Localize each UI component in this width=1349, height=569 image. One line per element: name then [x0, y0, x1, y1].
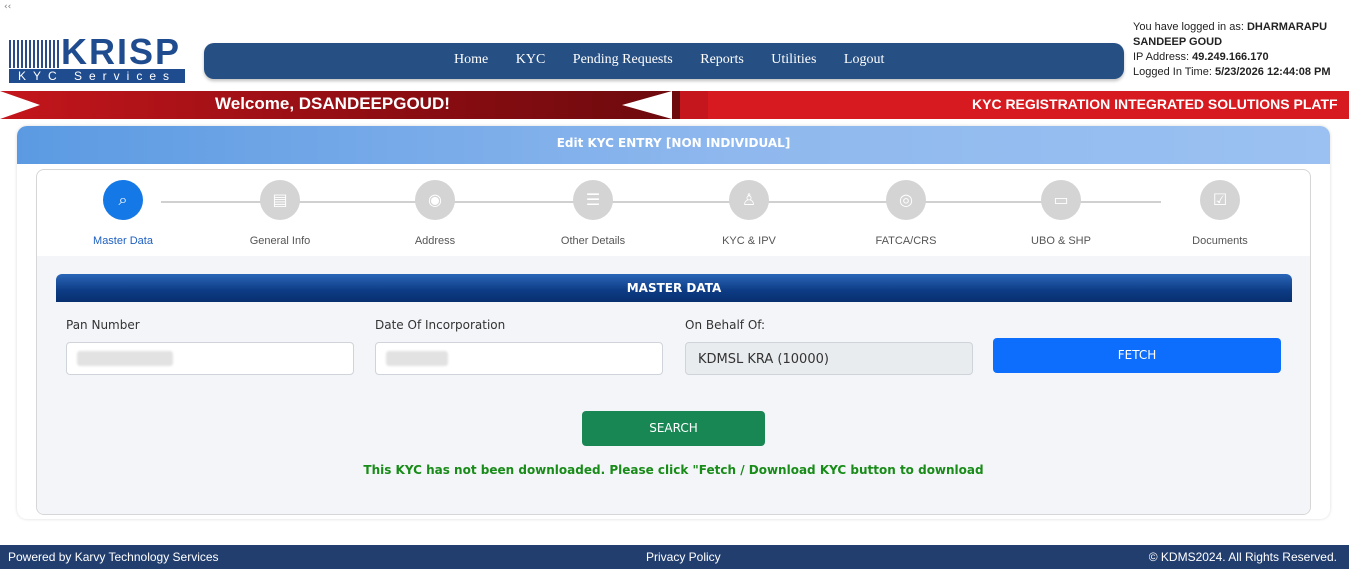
nav-reports[interactable]: Reports — [700, 52, 744, 67]
top-header: ‹‹ KRISP KYC Services Home KYC Pending R… — [0, 0, 1349, 90]
step-fatca-crs[interactable]: ◎ FATCA/CRS — [846, 180, 966, 247]
doi-label: Date Of Incorporation — [375, 318, 506, 332]
document-check-icon: ☑ — [1200, 180, 1240, 220]
doi-input[interactable] — [375, 342, 663, 375]
pan-label: Pan Number — [66, 318, 140, 332]
step-master-data[interactable]: ⌕ Master Data — [63, 180, 183, 247]
step-label: Master Data — [93, 235, 153, 247]
privacy-policy-link[interactable]: Privacy Policy — [646, 545, 721, 569]
step-label: General Info — [249, 235, 311, 247]
behalf-label: On Behalf Of: — [685, 318, 766, 332]
nav-logout[interactable]: Logout — [844, 52, 884, 67]
login-info: You have logged in as: DHARMARAPU SANDEE… — [1133, 20, 1348, 80]
logo-subtext: KYC Services — [9, 69, 185, 83]
step-label: Other Details — [560, 235, 626, 247]
step-label: KYC & IPV — [722, 235, 776, 247]
nav-pending-requests[interactable]: Pending Requests — [573, 52, 673, 67]
kyc-card: Edit KYC ENTRY [NON INDIVIDUAL] ⌕ Master… — [17, 126, 1330, 519]
behalf-select[interactable]: KDMSL KRA (10000) — [685, 342, 973, 375]
step-kyc-ipv[interactable]: ♙ KYC & IPV — [689, 180, 809, 247]
location-pin-icon: ◉ — [415, 180, 455, 220]
logo-text: KRISP — [61, 31, 182, 72]
nav-kyc[interactable]: KYC — [516, 52, 546, 67]
powered-by: Powered by Karvy Technology Services — [8, 550, 219, 564]
copyright: © KDMS2024. All Rights Reserved. — [1148, 550, 1337, 564]
search-button[interactable]: SEARCH — [582, 411, 765, 446]
banner-arrow-left — [0, 91, 40, 119]
card-icon: ▭ — [1041, 180, 1081, 220]
master-data-header: MASTER DATA — [56, 274, 1292, 302]
ip-value: 49.249.166.170 — [1192, 51, 1269, 63]
banner-arrow-right — [622, 91, 672, 119]
marquee-text: KYC REGISTRATION INTEGRATED SOLUTIONS PL… — [972, 96, 1338, 112]
step-general-info[interactable]: ▤ General Info — [220, 180, 340, 247]
step-other-details[interactable]: ☰ Other Details — [533, 180, 653, 247]
welcome-text: Welcome, DSANDEEPGOUD! — [215, 94, 450, 113]
footer: Powered by Karvy Technology Services Pri… — [0, 545, 1349, 569]
step-label: Documents — [1192, 235, 1248, 247]
ip-label: IP Address: — [1133, 51, 1190, 63]
login-prefix: You have logged in as: — [1133, 21, 1244, 33]
nav-home[interactable]: Home — [454, 52, 488, 67]
doi-redacted — [386, 351, 448, 366]
eye-icon: ◎ — [886, 180, 926, 220]
step-address[interactable]: ◉ Address — [375, 180, 495, 247]
wizard: ⌕ Master Data ▤ General Info ◉ Address ☰… — [36, 169, 1311, 515]
corner-mark: ‹‹ — [4, 2, 12, 12]
section-title: MASTER DATA — [626, 281, 722, 295]
krisp-logo[interactable]: KRISP KYC Services — [9, 31, 186, 84]
step-label: FATCA/CRS — [875, 235, 937, 247]
pan-input[interactable] — [66, 342, 354, 375]
step-label: UBO & SHP — [1031, 235, 1091, 247]
card-title: Edit KYC ENTRY [NON INDIVIDUAL] — [556, 136, 791, 150]
step-label: Address — [414, 235, 456, 247]
page: ‹‹ KRISP KYC Services Home KYC Pending R… — [0, 0, 1349, 569]
user-gear-icon: ♙ — [729, 180, 769, 220]
main-nav: Home KYC Pending Requests Reports Utilit… — [204, 43, 1124, 79]
id-card-icon: ▤ — [260, 180, 300, 220]
time-label: Logged In Time: — [1133, 66, 1212, 78]
pan-redacted — [77, 351, 173, 366]
nav-utilities[interactable]: Utilities — [771, 52, 816, 67]
time-value: 5/23/2026 12:44:08 PM — [1214, 66, 1331, 78]
card-header: Edit KYC ENTRY [NON INDIVIDUAL] — [17, 126, 1330, 164]
status-message: This KYC has not been downloaded. Please… — [363, 463, 984, 477]
logo-barcode-icon — [9, 40, 59, 68]
search-icon: ⌕ — [103, 180, 143, 220]
list-icon: ☰ — [573, 180, 613, 220]
fetch-button[interactable]: FETCH — [993, 338, 1281, 373]
welcome-banner: Welcome, DSANDEEPGOUD! KYC REGISTRATION … — [0, 91, 1349, 119]
step-ubo-shp[interactable]: ▭ UBO & SHP — [1001, 180, 1121, 247]
step-documents[interactable]: ☑ Documents — [1160, 180, 1280, 247]
